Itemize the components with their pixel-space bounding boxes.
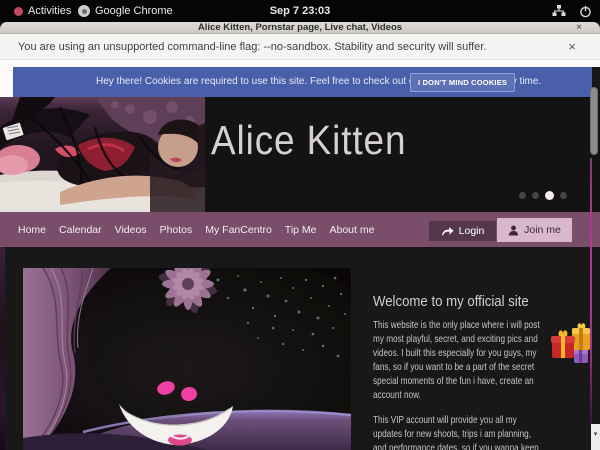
- nav-items: Home Calendar Videos Photos My FanCentro…: [18, 212, 374, 247]
- nav-item-aboutme[interactable]: About me: [330, 224, 375, 236]
- carousel-dot-3-active[interactable]: [545, 191, 554, 200]
- nav-item-myfancentro[interactable]: My FanCentro: [205, 224, 272, 236]
- scroll-down-arrow-icon: ▾: [594, 431, 598, 438]
- cookie-banner: Hey there! Cookies are required to use t…: [13, 67, 592, 97]
- scrollbar-thumb[interactable]: [590, 87, 598, 155]
- gift-boxes-icon: [550, 320, 594, 368]
- infobar-close-button[interactable]: ×: [568, 34, 576, 60]
- window-titlebar: Alice Kitten, Pornstar page, Live chat, …: [0, 22, 600, 34]
- chrome-infobar: You are using an unsupported command-lin…: [0, 34, 600, 60]
- cookie-accept-button[interactable]: I DON'T MIND COOKIES: [410, 73, 515, 92]
- main-content: Welcome to my official site This website…: [0, 247, 600, 450]
- nav-item-videos[interactable]: Videos: [115, 224, 147, 236]
- nav-item-calendar[interactable]: Calendar: [59, 224, 102, 236]
- intro-paragraph-1: This website is the only place where i w…: [373, 318, 543, 402]
- page-left-background: [0, 60, 13, 97]
- intro-paragraph-2: This VIP account will provide you all my…: [373, 413, 543, 450]
- header-banner-photo: [0, 97, 205, 212]
- login-button[interactable]: Login: [429, 221, 496, 241]
- intro-text: This website is the only place where i w…: [373, 318, 543, 450]
- welcome-heading: Welcome to my official site: [373, 293, 549, 310]
- page-viewport: Hey there! Cookies are required to use t…: [0, 60, 600, 450]
- site-header: Alice Kitten: [0, 97, 600, 212]
- window-close-button[interactable]: ×: [576, 22, 582, 34]
- carousel-dot-4[interactable]: [560, 192, 567, 199]
- site-title: Alice Kitten: [211, 117, 406, 164]
- page-top-background: [0, 60, 600, 67]
- carousel-dot-1[interactable]: [519, 192, 526, 199]
- carousel-dot-2[interactable]: [532, 192, 539, 199]
- system-tray: [552, 0, 592, 22]
- gift-rewards-widget[interactable]: [550, 320, 594, 373]
- person-icon: [508, 225, 519, 236]
- desktop: Activities Google Chrome Sep 7 23:03 Ali…: [0, 0, 600, 450]
- login-label: Login: [459, 225, 485, 237]
- cheshire-cat-illustration: [23, 268, 351, 450]
- power-icon[interactable]: [579, 5, 592, 18]
- join-label: Join me: [524, 224, 561, 236]
- carousel-dots: [519, 191, 567, 200]
- gnome-top-bar: Activities Google Chrome Sep 7 23:03: [0, 0, 600, 22]
- body-background-edge: [0, 247, 5, 450]
- network-icon[interactable]: [552, 5, 566, 17]
- clock-button[interactable]: Sep 7 23:03: [0, 0, 600, 22]
- window-title: Alice Kitten, Pornstar page, Live chat, …: [0, 22, 600, 34]
- nav-item-home[interactable]: Home: [18, 224, 46, 236]
- cheshire-cat-image: [23, 268, 351, 450]
- login-arrow-icon: [441, 226, 454, 236]
- infobar-message: You are using an unsupported command-lin…: [18, 34, 486, 60]
- body-background-edge-right: [590, 158, 592, 425]
- scrollbar-down-button[interactable]: ▾: [591, 424, 600, 450]
- nav-item-tipme[interactable]: Tip Me: [285, 224, 317, 236]
- nav-item-photos[interactable]: Photos: [160, 224, 193, 236]
- model-photo-illustration: [0, 97, 205, 212]
- main-nav: Home Calendar Videos Photos My FanCentro…: [0, 212, 600, 247]
- join-button[interactable]: Join me: [497, 218, 572, 242]
